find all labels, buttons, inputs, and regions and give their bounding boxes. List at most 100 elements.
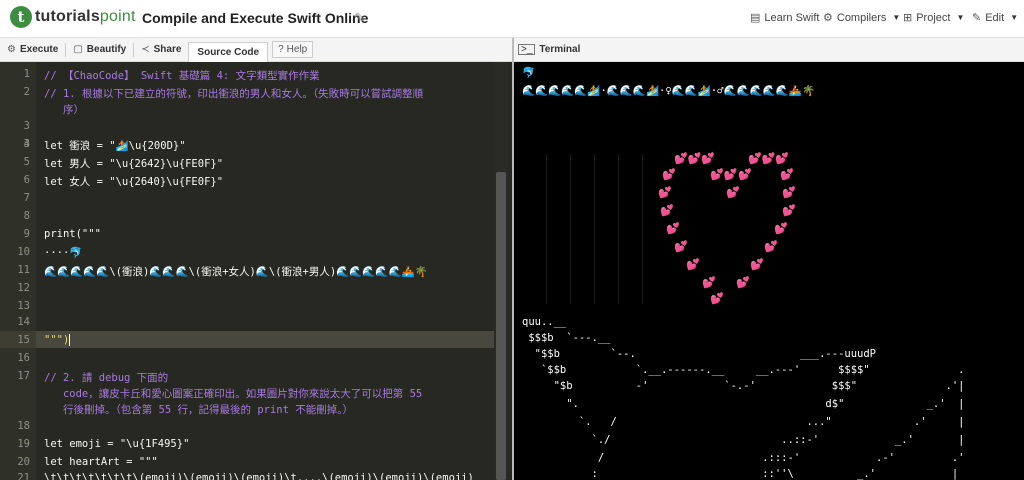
code-line: let 女人 = "\u{2640}\u{FE0F}": [44, 176, 224, 188]
editor-toolbar: ⚙ Execute ▢ Beautify ≺ Share Source Code…: [0, 38, 512, 62]
line-number: 18: [17, 420, 30, 432]
share-icon: ≺: [141, 44, 150, 55]
line-number: 14: [17, 316, 30, 328]
editor-scrollbar[interactable]: [494, 62, 508, 480]
edit-menu[interactable]: ✎ Edit ▼: [972, 11, 1019, 25]
line-number: 17: [17, 370, 30, 382]
line-number: 6: [23, 174, 30, 186]
execute-button[interactable]: ⚙ Execute: [0, 38, 65, 62]
page-title: Compile and Execute Swift Online: [142, 10, 369, 26]
line-number: 8: [23, 210, 30, 222]
text-cursor: [69, 334, 71, 346]
code-line: 行後刪掉。（包含第 55 行，記得最後的 print 不能刪掉。）: [44, 404, 354, 416]
active-line-highlight: [36, 331, 494, 348]
line-number: 1: [23, 68, 30, 80]
terminal-line: 🐬: [522, 67, 536, 79]
terminal-line: `./ ..::-' _.' |: [522, 434, 965, 446]
scrollbar-thumb[interactable]: [496, 172, 506, 480]
line-number: 15: [17, 334, 30, 346]
terminal-line: `$$b `.__.------.__ __.---' $$$$" .: [522, 364, 965, 376]
terminal-icon: >_: [518, 44, 536, 55]
line-number: 10: [17, 246, 30, 258]
book-icon: ▤: [750, 12, 761, 24]
heart-emoji: 💕💕💕: [748, 153, 790, 165]
question-icon: ?: [278, 44, 284, 55]
heart-emoji: 💕: [674, 241, 688, 253]
heart-emoji: 💕💕💕: [674, 153, 716, 165]
code-line: let heartArt = """: [44, 456, 158, 468]
line-number: 3: [23, 120, 30, 132]
heart-emoji: 💕: [702, 277, 716, 289]
line-number: 19: [17, 438, 30, 450]
line-number: 13: [17, 300, 30, 312]
chevron-down-icon: ▼: [1010, 13, 1019, 22]
code-line: let 衝浪 = "🏄\u{200D}": [44, 140, 186, 152]
line-number: 16: [17, 352, 30, 364]
grid-icon: ⊞: [903, 12, 913, 24]
code-line: code，讓皮卡丘和愛心圖案正確印出。如果圖片對你來說太大了可以把第 55: [44, 388, 423, 400]
learn-swift-link[interactable]: ▤ Learn Swift: [750, 11, 819, 25]
logo-text: tutorialspoint: [35, 8, 136, 25]
tab-source-code[interactable]: Source Code: [188, 41, 269, 62]
terminal-line: quu..__: [522, 316, 567, 328]
code-line: let emoji = "\u{1F495}": [44, 438, 190, 450]
line-number: 5: [23, 156, 30, 168]
code-line: 🌊🌊🌊🌊🌊\(衝浪)🌊🌊🌊\(衝浪+女人)🌊\(衝浪+男人)🌊🌊🌊🌊🌊🚣🌴: [44, 266, 428, 278]
code-line: // 【ChaoCode】 Swift 基礎篇 4: 文字類型實作作業: [44, 70, 320, 82]
heart-emoji: 💕: [726, 187, 740, 199]
code-line: """): [44, 334, 71, 346]
terminal-line: "$b -' `-.-' $$$" .'|: [522, 380, 965, 392]
line-number: 12: [17, 282, 30, 294]
terminal-guide: [594, 154, 595, 304]
heart-emoji: 💕: [738, 169, 752, 181]
code-line: 序）: [44, 104, 84, 116]
terminal-line: ". d$" _.' |: [522, 398, 965, 410]
terminal-guide: [642, 154, 643, 304]
logo-mark-icon: t: [10, 6, 32, 28]
help-button[interactable]: ? Help: [272, 41, 314, 58]
code-line: \t\t\t\t\t\t\t\(emoji)\(emoji)\(emoji)\t…: [44, 472, 474, 480]
terminal-guide: [618, 154, 619, 304]
heart-emoji: 💕: [662, 169, 676, 181]
line-number: 9: [23, 228, 30, 240]
heart-emoji: 💕: [764, 241, 778, 253]
heart-emoji: 💕: [660, 205, 674, 217]
share-button[interactable]: ≺ Share: [134, 38, 188, 62]
heart-emoji: 💕: [782, 205, 796, 217]
code-line: ····🐬: [44, 247, 83, 259]
terminal-output[interactable]: 🐬 🌊🌊🌊🌊🌊🏄·🌊🌊🌊🏄·♀🌊🌊🏄·♂🌊🌊🌊🌊🌊🚣🌴 💕💕💕 💕💕💕 💕 💕💕…: [514, 62, 1024, 480]
terminal-line: / .:::-' .-' .': [522, 452, 965, 464]
chevron-down-icon: ▼: [892, 13, 901, 22]
heart-emoji: 💕: [710, 293, 724, 305]
project-menu[interactable]: ⊞ Project ▼: [903, 11, 965, 25]
code-line: // 1. 根據以下已建立的符號，印出衝浪的男人和女人。（失敗時可以嘗試調整順: [44, 88, 424, 100]
beautify-icon: ▢: [73, 44, 83, 55]
beautify-button[interactable]: ▢ Beautify: [66, 38, 133, 62]
code-line: // 2. 請 debug 下面的: [44, 372, 169, 384]
heart-emoji: 💕💕: [710, 169, 738, 181]
gears-icon: ⚙: [7, 44, 16, 55]
code-line: let 男人 = "\u{2642}\u{FE0F}": [44, 158, 224, 170]
terminal-header: >_ Terminal: [514, 38, 1024, 62]
heart-emoji: 💕: [686, 259, 700, 271]
heart-emoji: 💕: [658, 187, 672, 199]
top-header: t tutorialspoint Compile and Execute Swi…: [0, 0, 1024, 38]
code-editor[interactable]: 1 2 3 3 3 4 5 6 7 8 9 10 11 12 13 14 15 …: [0, 62, 512, 480]
tutorialspoint-logo[interactable]: t tutorialspoint: [10, 6, 136, 28]
line-number: 11: [17, 264, 30, 276]
heart-emoji: 💕: [774, 223, 788, 235]
pencil-icon: ✎: [972, 12, 982, 24]
heart-emoji: 💕: [750, 259, 764, 271]
compilers-menu[interactable]: ⚙ Compilers ▼: [823, 11, 901, 25]
terminal-line: : ::''\ _.' |: [522, 468, 959, 480]
terminal-line: `. / ..." .' |: [522, 416, 965, 428]
code-line: print(""": [44, 228, 101, 240]
edit-title-icon[interactable]: ✎: [354, 10, 368, 25]
compilers-icon: ⚙: [823, 12, 833, 24]
line-number: 4: [23, 138, 30, 150]
line-number: 21: [17, 472, 30, 480]
terminal-guide: [570, 154, 571, 304]
heart-emoji: 💕: [666, 223, 680, 235]
chevron-down-icon: ▼: [956, 13, 965, 22]
line-number: 20: [17, 456, 30, 468]
